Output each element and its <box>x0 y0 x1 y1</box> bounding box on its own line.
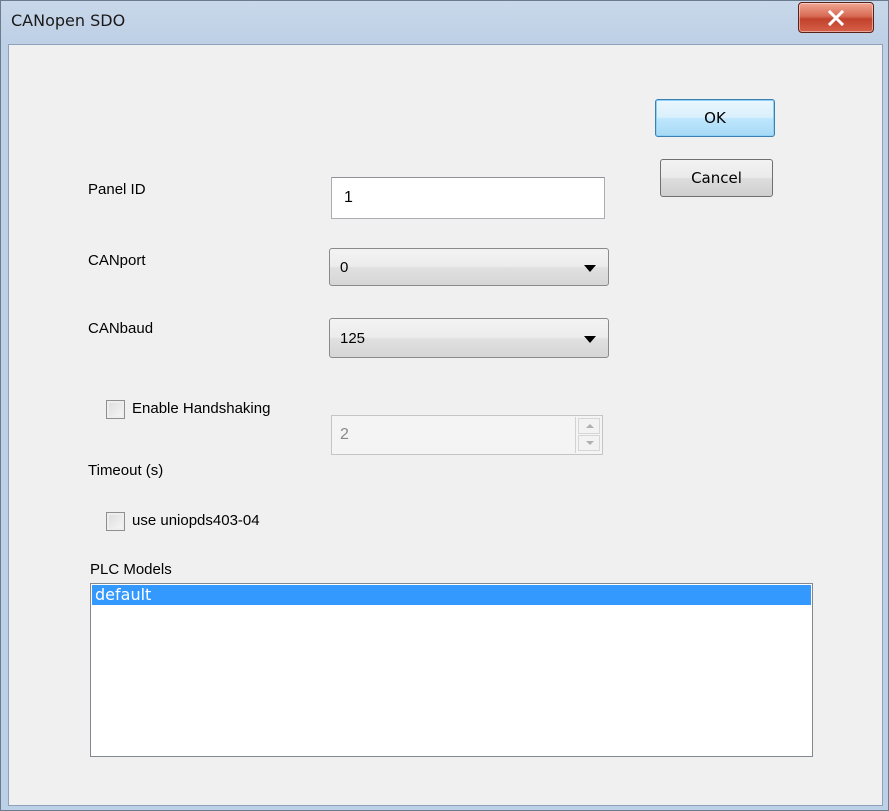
panel-id-input[interactable]: 1 <box>331 177 605 219</box>
cancel-button[interactable]: Cancel <box>660 159 773 197</box>
window-title: CANopen SDO <box>11 11 126 30</box>
canbaud-value: 125 <box>340 329 366 347</box>
enable-handshaking-label: Enable Handshaking <box>132 400 271 417</box>
canport-value: 0 <box>340 258 349 276</box>
canport-label: CANport <box>88 252 146 269</box>
chevron-down-icon <box>584 265 596 272</box>
timeout-spinner <box>575 417 602 453</box>
spinner-down-icon <box>578 435 600 451</box>
enable-handshaking-checkbox[interactable] <box>106 400 125 419</box>
timeout-value: 2 <box>340 426 349 443</box>
plc-models-label: PLC Models <box>90 561 172 578</box>
ok-button[interactable]: OK <box>655 99 775 137</box>
close-icon <box>827 10 845 26</box>
canport-dropdown[interactable]: 0 <box>329 248 609 286</box>
canbaud-label: CANbaud <box>88 320 154 337</box>
timeout-label: Timeout (s) <box>88 462 164 479</box>
chevron-down-icon <box>584 336 596 343</box>
use-uniopds-checkbox[interactable] <box>106 512 125 531</box>
list-item[interactable]: default <box>92 585 811 605</box>
plc-models-listbox[interactable]: default <box>90 583 813 757</box>
spinner-up-icon <box>578 418 600 434</box>
use-uniopds-label: use uniopds403-04 <box>132 512 260 529</box>
canbaud-dropdown[interactable]: 125 <box>329 318 609 358</box>
close-button[interactable] <box>798 2 874 33</box>
timeout-input: 2 <box>331 415 603 455</box>
title-bar[interactable]: CANopen SDO <box>1 1 889 43</box>
panel-id-label: Panel ID <box>88 181 146 198</box>
